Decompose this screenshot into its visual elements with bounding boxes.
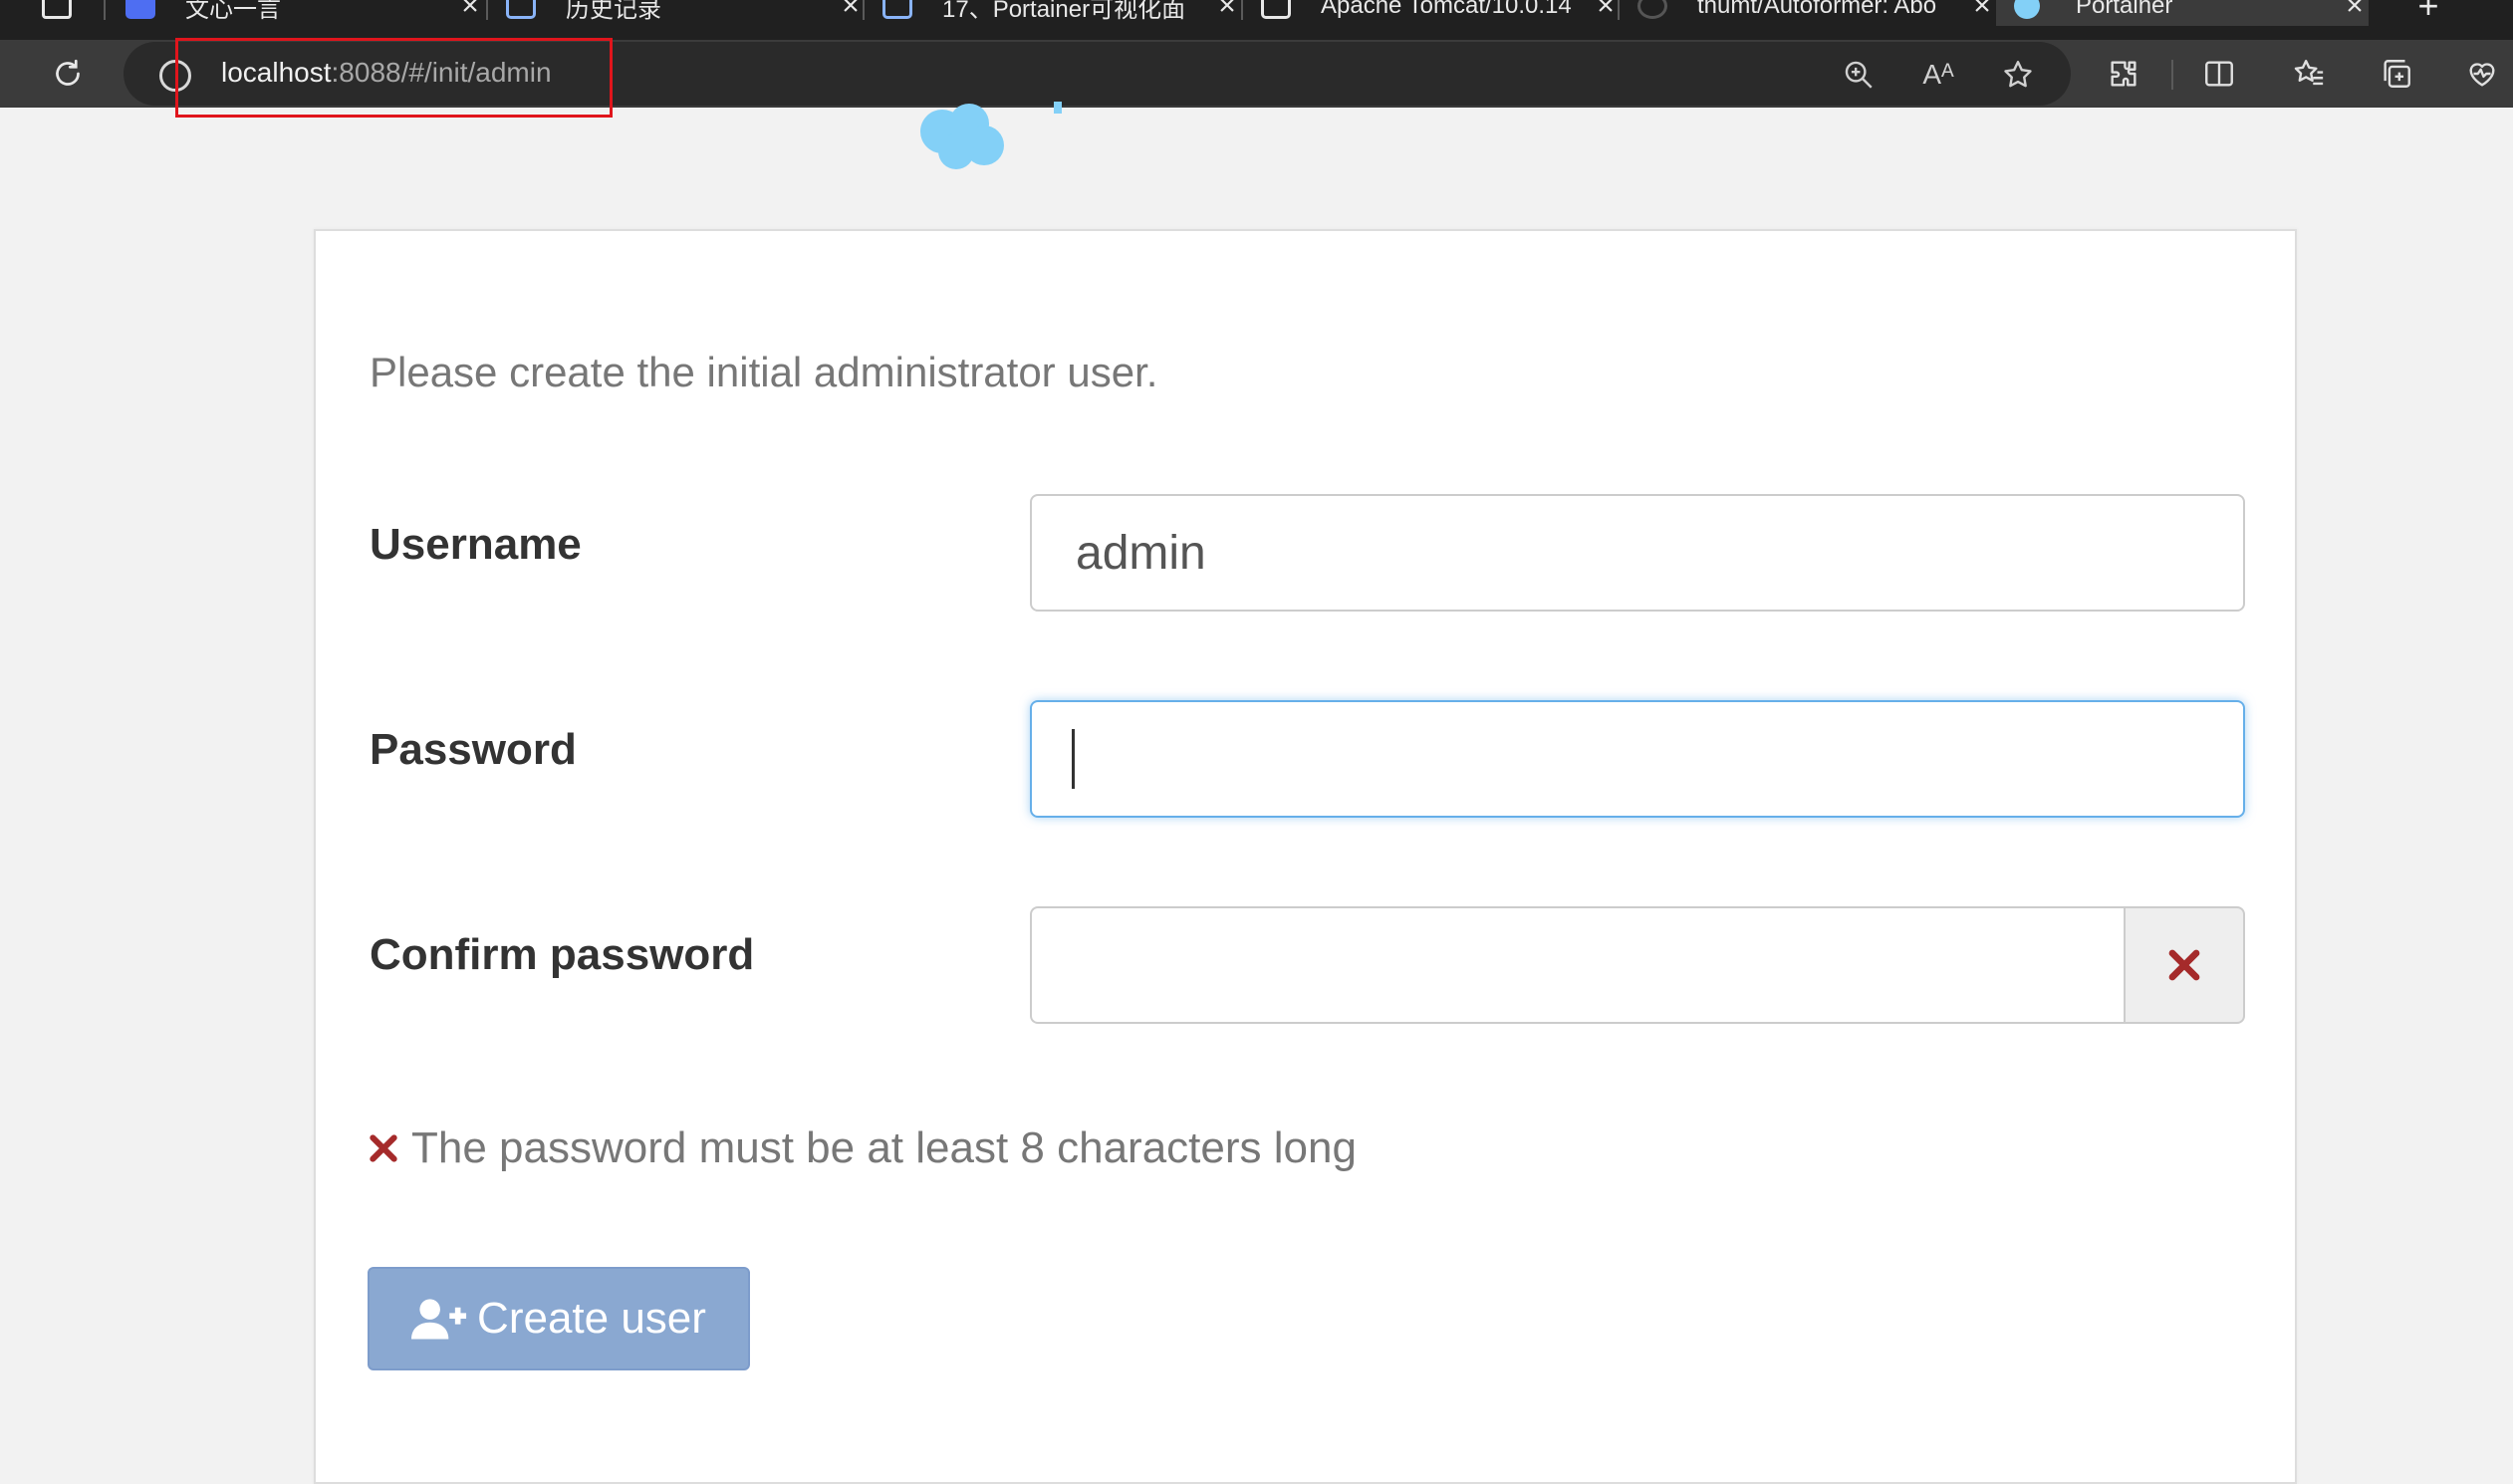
page-favicon-icon — [1261, 0, 1291, 19]
tab-title: Apache Tomcat/10.0.14 — [1321, 0, 1572, 19]
reload-button[interactable] — [46, 52, 90, 96]
confirm-password-group — [1030, 906, 2245, 1024]
text-caret — [1072, 729, 1075, 789]
tab-history[interactable]: 历史记录 × — [506, 0, 865, 26]
close-icon[interactable]: × — [456, 0, 484, 23]
confirm-password-label: Confirm password — [370, 930, 755, 979]
close-icon[interactable]: × — [1213, 0, 1241, 23]
create-user-label: Create user — [477, 1294, 706, 1343]
username-input[interactable] — [1030, 494, 2245, 612]
tab-portainer-article[interactable]: 17、Portainer可视化面 × — [882, 0, 1241, 26]
error-x-icon — [370, 1134, 397, 1162]
tab-portainer[interactable]: Portainer × — [1996, 0, 2369, 26]
tab-title: 文心一言 — [185, 0, 281, 23]
password-error: The password must be at least 8 characte… — [368, 1123, 1357, 1173]
tab-title: 17、Portainer可视化面 — [942, 0, 1186, 23]
wenxin-favicon-icon — [126, 0, 155, 19]
tab-tomcat[interactable]: Apache Tomcat/10.0.14 × — [1261, 0, 1620, 26]
tab-title: Portainer — [2076, 0, 2173, 19]
create-user-button[interactable]: Create user — [368, 1267, 750, 1370]
new-tab-button[interactable]: + — [2388, 0, 2468, 26]
github-favicon-icon — [1637, 0, 1667, 19]
portainer-logo-icon — [920, 102, 1062, 169]
split-screen-icon[interactable] — [2199, 54, 2239, 94]
tab-separator — [1241, 0, 1243, 20]
confirm-password-input[interactable] — [1030, 906, 2126, 1024]
tab-sidebar-toggle[interactable] — [42, 0, 82, 26]
browser-toolbar: localhost:8088/#/init/admin Aᴬ — [0, 40, 2513, 108]
favorite-star-icon[interactable] — [1998, 55, 2038, 95]
password-label: Password — [370, 725, 577, 774]
close-icon[interactable]: × — [1968, 0, 1996, 23]
tab-github-autoformer[interactable]: thumt/Autoformer: Abo × — [1637, 0, 1996, 26]
tab-strip: 文心一言 × 历史记录 × 17、Portainer可视化面 × Apache … — [0, 0, 2513, 40]
url-text[interactable]: localhost:8088/#/init/admin — [221, 57, 552, 89]
favorites-icon[interactable] — [2289, 54, 2329, 94]
reload-icon — [56, 59, 80, 86]
tab-wenxin[interactable]: 文心一言 × — [126, 0, 484, 26]
read-aloud-icon[interactable]: Aᴬ — [1918, 55, 1958, 95]
address-bar[interactable]: localhost:8088/#/init/admin Aᴬ — [124, 42, 2071, 106]
intro-text: Please create the initial administrator … — [370, 349, 1158, 395]
tab-separator — [1618, 0, 1620, 20]
url-host: localhost — [221, 57, 332, 88]
browser-essentials-icon[interactable] — [2462, 54, 2502, 94]
portainer-favicon-icon — [2014, 0, 2040, 19]
tab-separator — [104, 0, 106, 20]
url-path: :8088/#/init/admin — [331, 57, 552, 88]
article-favicon-icon — [882, 0, 912, 19]
collections-icon[interactable] — [2377, 54, 2416, 94]
password-input[interactable] — [1030, 700, 2245, 818]
zoom-icon[interactable] — [1839, 55, 1879, 95]
mismatch-x-icon — [2168, 949, 2200, 981]
init-admin-panel: Please create the initial administrator … — [314, 229, 2297, 1484]
site-info-icon[interactable] — [159, 60, 191, 92]
confirm-status-addon — [2124, 906, 2245, 1024]
sidebar-toggle-icon — [42, 0, 72, 19]
tab-title: 历史记录 — [566, 0, 661, 23]
history-favicon-icon — [506, 0, 536, 19]
password-error-text: The password must be at least 8 characte… — [411, 1123, 1357, 1172]
close-icon[interactable]: × — [837, 0, 865, 23]
user-plus-icon — [411, 1296, 467, 1342]
tab-separator — [863, 0, 865, 20]
username-label: Username — [370, 520, 582, 569]
tab-separator — [486, 0, 488, 20]
extensions-icon[interactable] — [2104, 54, 2143, 94]
tab-title: thumt/Autoformer: Abo — [1697, 0, 1937, 19]
close-icon[interactable]: × — [1592, 0, 1620, 23]
close-icon[interactable]: × — [2341, 0, 2369, 23]
toolbar-divider — [2171, 60, 2173, 90]
